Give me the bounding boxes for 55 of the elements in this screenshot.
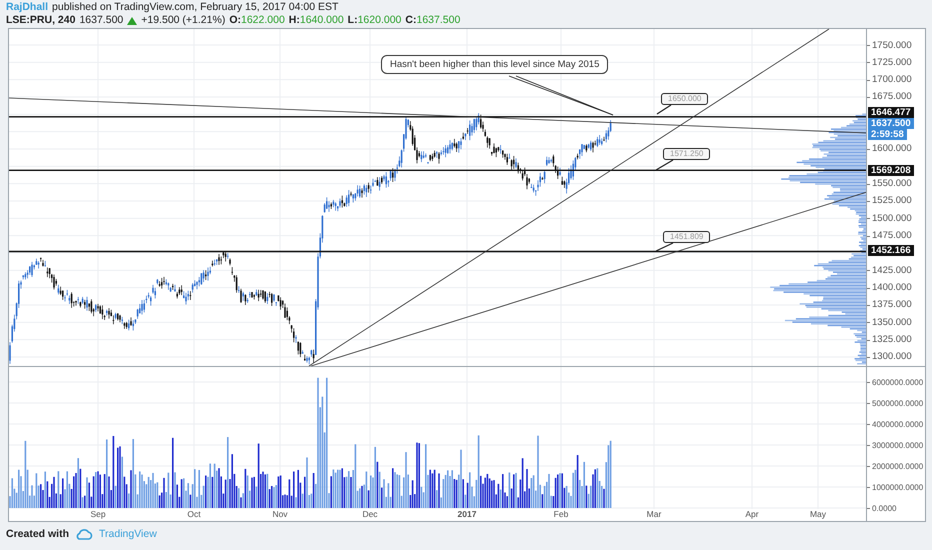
created-with-text: Created with	[6, 528, 70, 540]
price-tag: 1637.500	[868, 118, 914, 129]
price-axis-label: 1675.000	[872, 91, 912, 102]
price-axis-label: 1300.000	[872, 351, 912, 362]
time-axis-label: Feb	[554, 509, 568, 520]
volume-axis-label: 2000000.0000	[872, 460, 924, 472]
price-axis-label: 1525.000	[872, 195, 912, 206]
price-callout: 1650.000	[661, 93, 708, 105]
price-tag: 1452.166	[868, 245, 914, 256]
ohlc-label: H:	[288, 14, 300, 27]
volume-axis-label: 0.0000	[872, 502, 896, 514]
ohlc-label: O:	[229, 14, 241, 27]
volume-axis-label: 1000000.0000	[872, 482, 924, 492]
author-name[interactable]: RajDhall	[6, 1, 48, 14]
price-axis-label: 1375.000	[872, 299, 912, 310]
price-axis-label: 1350.000	[872, 316, 912, 328]
time-axis-label: Apr	[745, 509, 759, 520]
time-axis-label: Mar	[646, 509, 662, 520]
ohlc-value: 1620.000	[358, 14, 402, 27]
price-callout: 1571.250	[663, 148, 710, 160]
brand-link[interactable]: TradingView	[99, 528, 157, 540]
price-axis-label: 1725.000	[872, 56, 912, 68]
price-axis-label: 1600.000	[872, 143, 912, 154]
ohlc-label: C:	[405, 14, 416, 27]
volume-axis-label: 4000000.0000	[872, 418, 924, 430]
ohlc-label: L:	[348, 14, 358, 27]
price-tag: 1646.477	[868, 107, 914, 118]
symbol-label: LSE:PRU, 240	[6, 14, 76, 27]
time-axis-label: May	[810, 509, 826, 520]
ohlc-value: 1622.000	[240, 14, 285, 27]
price-axis-label: 1475.000	[872, 230, 912, 242]
price-axis-label: 1550.000	[872, 178, 912, 190]
ohlc-value: 1640.000	[300, 14, 344, 27]
time-axis-label: Nov	[272, 509, 288, 520]
time-axis-label: Dec	[362, 509, 378, 520]
ohlc-value: 1637.500	[416, 14, 460, 27]
price-axis-label: 1750.000	[872, 40, 912, 50]
countdown-tag: 2:59:58	[868, 129, 907, 140]
price-tag: 1569.208	[868, 165, 914, 176]
volume-axis-label: 5000000.0000	[872, 398, 924, 408]
price-axis-label: 1700.000	[872, 74, 912, 86]
volume-axis-label: 6000000.0000	[872, 376, 924, 388]
time-axis-label: Oct	[187, 509, 201, 520]
price-axis-label: 1425.000	[872, 264, 912, 276]
price-callout: 1451.809	[663, 231, 710, 243]
publish-info: published on TradingView.com, February 15, 2017 04:00 EST	[52, 1, 338, 14]
price-axis-label: 1325.000	[872, 334, 912, 346]
time-axis-label: Sep	[90, 509, 106, 520]
price-axis-label: 1400.000	[872, 282, 912, 294]
price-change: +19.500 (+1.21%)	[141, 14, 226, 27]
last-price: 1637.500	[79, 14, 124, 27]
price-axis-label: 1500.000	[872, 212, 912, 224]
callout-note: Hasn't been higher than this level since May 2015	[381, 55, 608, 74]
time-axis-label: 2017	[458, 509, 476, 520]
volume-axis-label: 3000000.0000	[872, 440, 924, 450]
